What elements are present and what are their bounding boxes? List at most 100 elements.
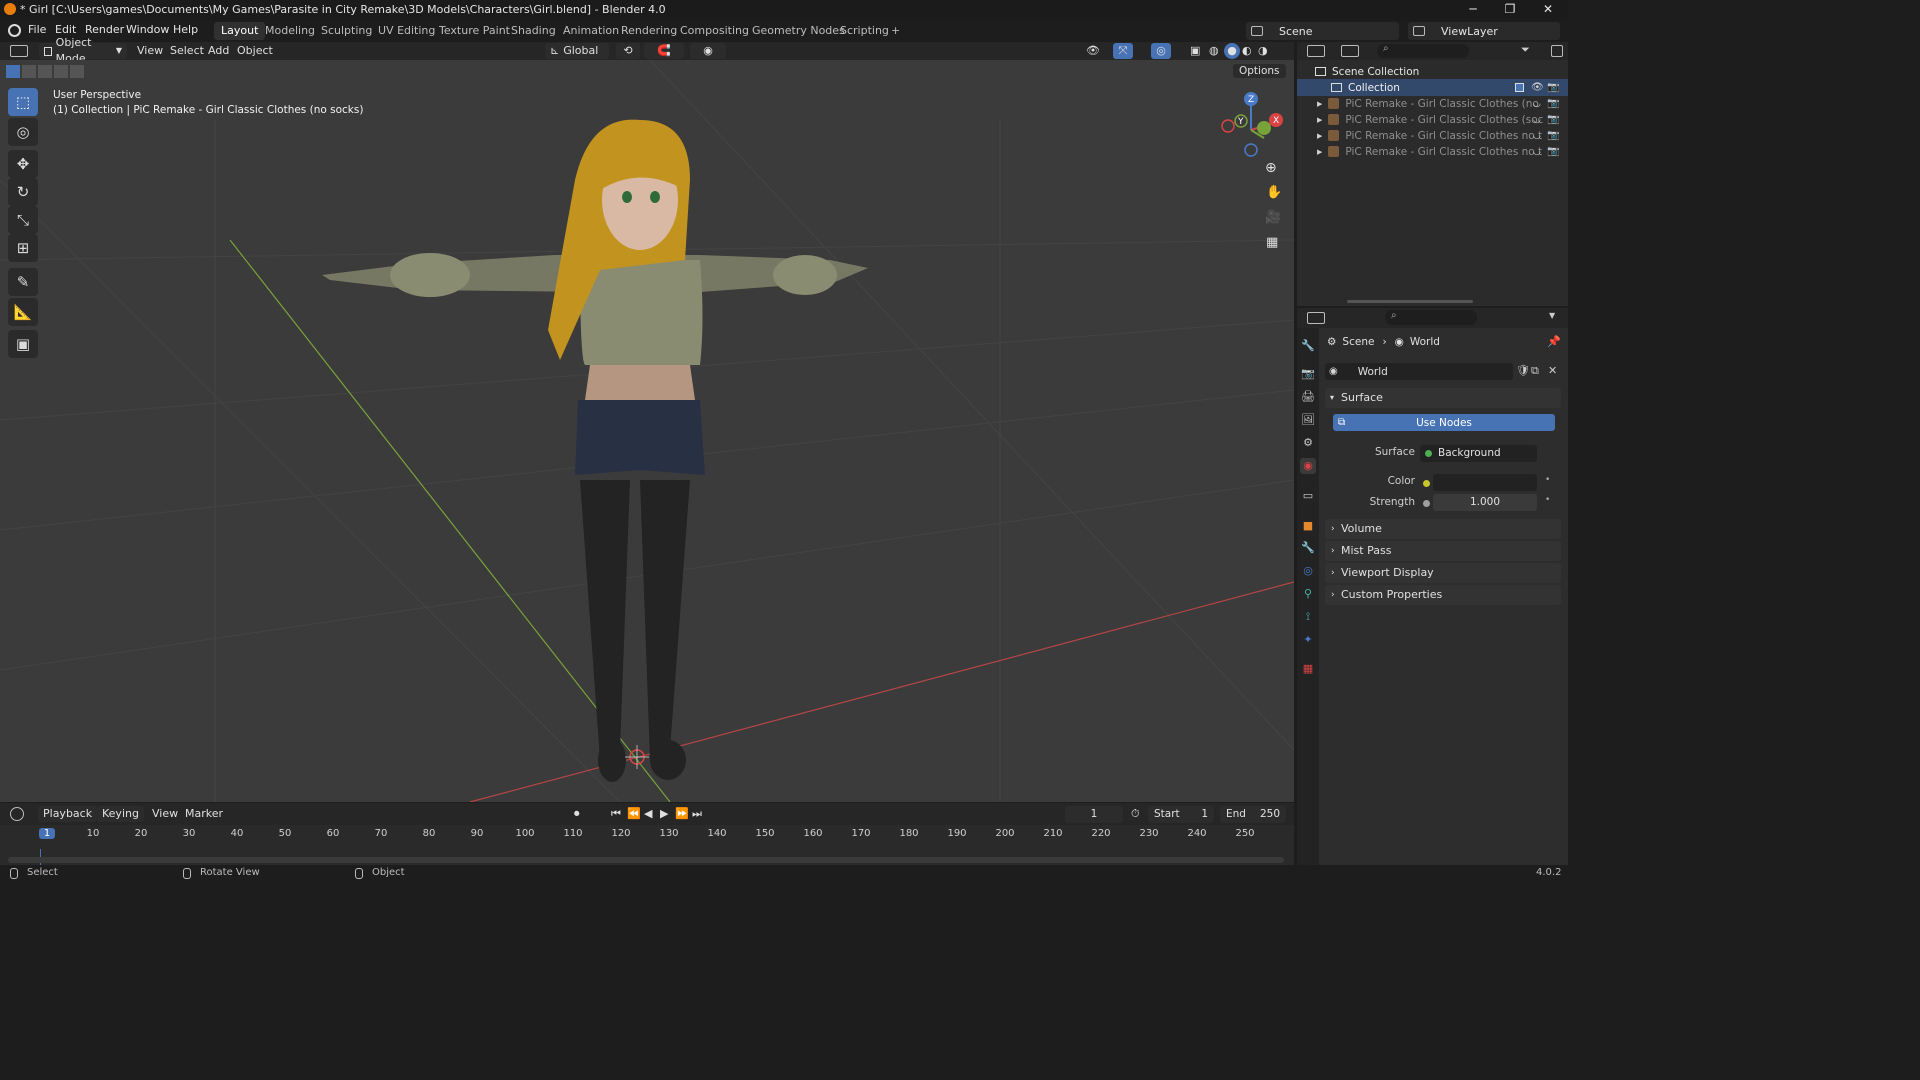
camera-icon[interactable]: 📷	[1547, 130, 1559, 141]
outliner-row-collection[interactable]: Collection 👁 📷	[1297, 79, 1568, 96]
overlay-toggle-icon[interactable]: ◎	[1151, 43, 1171, 59]
outliner-row-object[interactable]: ▶ PiC Remake - Girl Classic Clothes (no …	[1297, 95, 1568, 112]
world-tab-icon[interactable]: ◉	[1300, 458, 1316, 474]
keyframe-dot-icon[interactable]: •	[1545, 475, 1550, 485]
outliner-editor-icon[interactable]	[1307, 45, 1325, 57]
camera-icon[interactable]: 📷	[1547, 146, 1559, 157]
pivot-icon[interactable]: ⟲	[616, 43, 640, 59]
add-cube-tool-icon[interactable]: ▣	[8, 330, 38, 358]
surface-panel-header[interactable]: ▾ Surface	[1325, 388, 1561, 408]
outliner-row-object[interactable]: ▶ PiC Remake - Girl Classic Clothes (soc…	[1297, 111, 1568, 128]
menu-marker[interactable]: Marker	[185, 806, 223, 822]
wireframe-shading-icon[interactable]: ◍	[1209, 43, 1219, 59]
scale-tool-icon[interactable]: ⤡	[8, 206, 38, 234]
next-keyframe-icon[interactable]: ⏩	[675, 806, 689, 822]
unlink-icon[interactable]: ✕	[1548, 364, 1557, 377]
menu-timeline-view[interactable]: View	[152, 806, 178, 822]
use-nodes-button[interactable]: ⧉ Use Nodes	[1333, 414, 1555, 431]
eye-closed-icon[interactable]: ◡	[1533, 147, 1541, 157]
chevron-down-icon[interactable]: ▼	[1549, 311, 1555, 320]
mist-pass-panel-header[interactable]: › Mist Pass	[1325, 541, 1561, 561]
menu-playback[interactable]: Playback	[38, 806, 98, 822]
strength-field[interactable]: 1.000	[1433, 494, 1537, 511]
tab-compositing[interactable]: Compositing	[673, 22, 756, 40]
annotate-tool-icon[interactable]: ✎	[8, 268, 38, 296]
timeline-editor-icon[interactable]	[10, 807, 24, 821]
outliner-row-object[interactable]: ▶ PiC Remake - Girl Classic Clothes no t…	[1297, 143, 1568, 160]
rendered-shading-icon[interactable]: ◑	[1258, 43, 1268, 59]
menu-file[interactable]: File	[28, 23, 46, 36]
custom-properties-panel-header[interactable]: › Custom Properties	[1325, 585, 1561, 605]
checkbox-icon[interactable]	[1515, 83, 1524, 92]
xray-icon[interactable]: ▣	[1190, 43, 1200, 59]
bone-tab-icon[interactable]: ✦	[1300, 632, 1316, 648]
outliner-row-object[interactable]: ▶ PiC Remake - Girl Classic Clothes no t…	[1297, 127, 1568, 144]
record-icon[interactable]: ⏺	[574, 806, 580, 822]
scene-tab-icon[interactable]: ⚙	[1300, 435, 1316, 451]
add-workspace-button[interactable]: +	[884, 22, 907, 40]
tab-modeling[interactable]: Modeling	[258, 22, 322, 40]
eye-closed-icon[interactable]: ◡	[1533, 99, 1541, 109]
camera-icon[interactable]: 📷	[1547, 98, 1559, 109]
transform-tool-icon[interactable]: ⊞	[8, 234, 38, 262]
3d-viewport[interactable]: User Perspective (1) Collection | PiC Re…	[0, 60, 1294, 802]
expand-arrow-icon[interactable]: ▶	[1317, 148, 1322, 156]
display-mode-icon[interactable]	[1341, 45, 1359, 57]
solid-shading-icon[interactable]: ●	[1224, 43, 1240, 59]
eye-icon[interactable]: 👁	[1531, 82, 1544, 93]
visibility-icon[interactable]: 👁	[1086, 43, 1100, 59]
timeline-body[interactable]: 1 10 20 30 40 50 60 70 80 90 100 110 120 130 140 150 160…	[0, 825, 1294, 865]
physics-tab-icon[interactable]: ◎	[1300, 563, 1316, 579]
pan-hand-icon[interactable]: ✋	[1266, 185, 1282, 200]
jump-end-icon[interactable]: ⏭	[692, 806, 702, 822]
properties-editor-icon[interactable]	[1307, 312, 1325, 324]
duplicate-icon[interactable]: ⧉	[1531, 364, 1539, 378]
select-subtract-icon[interactable]	[38, 65, 52, 78]
camera-icon[interactable]: 📷	[1547, 82, 1559, 93]
select-intersect-icon[interactable]	[70, 65, 84, 78]
fake-user-icon[interactable]: 🛡	[1516, 364, 1530, 377]
constraints-tab-icon[interactable]: ⚲	[1300, 586, 1316, 602]
viewport-display-panel-header[interactable]: › Viewport Display	[1325, 563, 1561, 583]
filter-icon[interactable]: ⏷	[1521, 43, 1530, 57]
blender-menu-icon[interactable]	[8, 24, 21, 37]
expand-arrow-icon[interactable]: ▶	[1317, 116, 1322, 124]
tool-tab-icon[interactable]: 🔧	[1300, 338, 1316, 354]
keyframe-dot-icon[interactable]: •	[1545, 495, 1550, 505]
expand-arrow-icon[interactable]: ▶	[1317, 100, 1322, 108]
timeline-scrollbar[interactable]	[8, 857, 1284, 863]
view-layer-tab-icon[interactable]: 🖼	[1300, 412, 1316, 428]
camera-view-icon[interactable]: 🎥	[1265, 210, 1281, 225]
menu-view[interactable]: View	[137, 43, 163, 59]
proportional-edit-icon[interactable]: ◉	[690, 43, 726, 59]
material-shading-icon[interactable]: ◐	[1242, 43, 1252, 59]
outliner-row-scene-collection[interactable]: Scene Collection	[1297, 63, 1568, 80]
object-tab-icon[interactable]: ■	[1300, 518, 1316, 534]
expand-arrow-icon[interactable]: ▶	[1317, 132, 1322, 140]
select-set-icon[interactable]	[6, 65, 20, 78]
jump-start-icon[interactable]: ⏮	[611, 806, 621, 822]
select-box-tool-icon[interactable]: ⬚	[8, 88, 38, 116]
maximize-button[interactable]: ❐	[1493, 0, 1527, 20]
start-frame-field[interactable]: Start 1	[1148, 806, 1214, 823]
minimize-button[interactable]: ─	[1456, 0, 1490, 20]
color-swatch[interactable]	[1433, 474, 1537, 491]
current-frame-field[interactable]: 1	[1065, 806, 1123, 823]
menu-window[interactable]: Window	[126, 23, 169, 36]
tab-shading[interactable]: Shading	[504, 22, 563, 40]
menu-object[interactable]: Object	[237, 43, 273, 59]
outliner-scrollbar[interactable]	[1347, 300, 1473, 303]
move-tool-icon[interactable]: ✥	[8, 150, 38, 178]
options-button[interactable]: Options	[1233, 64, 1286, 78]
navigation-gizmo[interactable]: Z X Y	[1214, 90, 1294, 170]
prev-keyframe-icon[interactable]: ⏪	[627, 806, 641, 822]
scene-selector[interactable]: Scene	[1246, 22, 1399, 40]
menu-help[interactable]: Help	[173, 23, 198, 36]
gizmo-toggle-icon[interactable]: ⤧	[1113, 43, 1133, 59]
outliner-search-input[interactable]	[1377, 44, 1469, 58]
surface-shader-field[interactable]: Background	[1420, 445, 1537, 462]
measure-tool-icon[interactable]: 📐	[8, 298, 38, 326]
cursor-tool-icon[interactable]: ◎	[8, 118, 38, 146]
select-invert-icon[interactable]	[54, 65, 68, 78]
end-frame-field[interactable]: End 250	[1220, 806, 1286, 823]
